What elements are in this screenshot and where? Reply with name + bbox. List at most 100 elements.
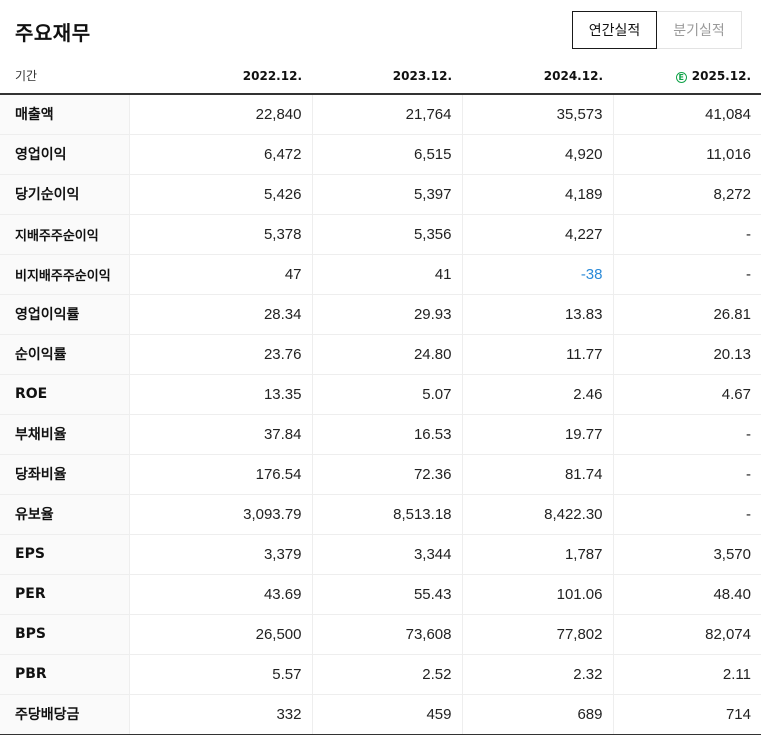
value-cell: 11,016	[612, 134, 761, 175]
table-row: PER 43.69 55.43 101.06 48.40	[0, 574, 761, 615]
row-label: 순이익률	[0, 334, 129, 375]
value-cell: 6,472	[128, 134, 312, 175]
value-cell: 23.76	[128, 334, 312, 375]
value-cell: 4,189	[461, 174, 613, 215]
table-row: 순이익률 23.76 24.80 11.77 20.13	[0, 334, 761, 375]
section-title: 주요재무	[15, 21, 91, 45]
value-cell: 4,227	[461, 214, 613, 255]
value-cell: 21,764	[311, 94, 462, 135]
table-row: 부채비율 37.84 16.53 19.77-	[0, 413, 761, 455]
period-tabs: 연간실적 분기실적	[572, 11, 742, 49]
value-cell: 689	[461, 693, 613, 735]
tab-annual[interactable]: 연간실적	[572, 11, 657, 49]
value-cell: 2.52	[311, 654, 462, 695]
table-row: 영업이익 6,472 6,515 4,920 11,016	[0, 134, 761, 175]
value-cell: 77,802	[461, 614, 613, 655]
year-header-label: 2025.12.	[691, 68, 751, 83]
table-row: PBR 5.57 2.52 2.32 2.11	[0, 654, 761, 695]
table-row: 유보율 3,093.79 8,513.18 8,422.30-	[0, 494, 761, 535]
row-label: 부채비율	[0, 413, 129, 455]
table-row: EPS 3,379 3,344 1,787 3,570	[0, 533, 761, 575]
value-cell: 8,422.30	[461, 494, 613, 535]
value-cell: 72.36	[311, 454, 462, 495]
value-cell: 26.81	[612, 293, 761, 335]
value-cell: 5.07	[311, 374, 462, 415]
value-cell: 35,573	[461, 94, 613, 135]
value-cell: 6,515	[311, 134, 462, 175]
period-header: 기간	[0, 58, 129, 95]
value-cell: 3,344	[311, 533, 462, 575]
row-label: 주당배당금	[0, 693, 129, 735]
table-row: 비지배주주순이익 47 41 -38-	[0, 254, 761, 295]
value-cell: 82,074	[612, 614, 761, 655]
value-cell: 28.34	[128, 293, 312, 335]
row-label: 영업이익	[0, 134, 129, 175]
row-label: 영업이익률	[0, 293, 129, 335]
tab-quarterly[interactable]: 분기실적	[657, 11, 742, 49]
value-cell: 8,272	[612, 174, 761, 215]
value-cell: 22,840	[128, 94, 312, 135]
value-cell: 20.13	[612, 334, 761, 375]
value-cell: 41,084	[612, 94, 761, 135]
estimate-icon: E	[675, 71, 687, 83]
value-cell: 29.93	[311, 293, 462, 335]
value-cell: 16.53	[311, 413, 462, 455]
row-label: PER	[0, 574, 129, 615]
table-row: 주당배당금 332 459 689 714	[0, 693, 761, 735]
value-cell: 101.06	[461, 574, 613, 615]
row-label: 당좌비율	[0, 454, 129, 495]
value-cell: 41	[311, 254, 462, 295]
row-label: 유보율	[0, 494, 129, 535]
table-row: 매출액 22,840 21,764 35,573 41,084	[0, 94, 761, 135]
value-cell: 5.57	[128, 654, 312, 695]
value-cell: 13.35	[128, 374, 312, 415]
value-cell: 8,513.18	[311, 494, 462, 535]
value-cell: 1,787	[461, 533, 613, 575]
table-header-row: 기간 2022.12. 2023.12. 2024.12. E 2025.12.	[0, 58, 761, 95]
value-cell: 3,570	[612, 533, 761, 575]
row-label: 매출액	[0, 94, 129, 135]
value-cell: 11.77	[461, 334, 613, 375]
value-cell: 19.77	[461, 413, 613, 455]
table-row: 당기순이익 5,426 5,397 4,189 8,272	[0, 174, 761, 215]
value-cell: 5,356	[311, 214, 462, 255]
value-cell: 4,920	[461, 134, 613, 175]
value-cell: 5,426	[128, 174, 312, 215]
value-cell: -	[612, 254, 761, 295]
value-cell: 5,397	[311, 174, 462, 215]
value-cell: 4.67	[612, 374, 761, 415]
row-label: 비지배주주순이익	[0, 254, 129, 295]
value-cell: -	[612, 413, 761, 455]
value-cell: 26,500	[128, 614, 312, 655]
year-header: 2024.12.	[462, 58, 613, 95]
value-cell: 55.43	[311, 574, 462, 615]
value-cell: -38	[461, 254, 613, 295]
table-body: 매출액 22,840 21,764 35,573 41,084 영업이익 6,472 6,51…	[0, 94, 761, 735]
value-cell: 2.11	[612, 654, 761, 695]
value-cell: -	[612, 214, 761, 255]
value-cell: 2.46	[461, 374, 613, 415]
value-cell: 73,608	[311, 614, 462, 655]
value-cell: 176.54	[128, 454, 312, 495]
row-label: ROE	[0, 374, 129, 415]
table-row: BPS 26,500 73,608 77,802 82,074	[0, 614, 761, 655]
row-label: PBR	[0, 654, 129, 695]
value-cell: 3,379	[128, 533, 312, 575]
value-cell: 24.80	[311, 334, 462, 375]
row-label: 당기순이익	[0, 174, 129, 215]
value-cell: 37.84	[128, 413, 312, 455]
table-row: 지배주주순이익 5,378 5,356 4,227-	[0, 214, 761, 255]
value-cell: 332	[128, 693, 312, 735]
year-header: 2023.12.	[312, 58, 462, 95]
table-row: 영업이익률 28.34 29.93 13.83 26.81	[0, 293, 761, 335]
value-cell: 5,378	[128, 214, 312, 255]
value-cell: 2.32	[461, 654, 613, 695]
year-header: 2022.12.	[129, 58, 312, 95]
value-cell: 714	[612, 693, 761, 735]
row-label: BPS	[0, 614, 129, 655]
value-cell: 459	[311, 693, 462, 735]
table-row: 당좌비율 176.54 72.36 81.74-	[0, 454, 761, 495]
value-cell: -	[612, 454, 761, 495]
value-cell: 48.40	[612, 574, 761, 615]
value-cell: 81.74	[461, 454, 613, 495]
